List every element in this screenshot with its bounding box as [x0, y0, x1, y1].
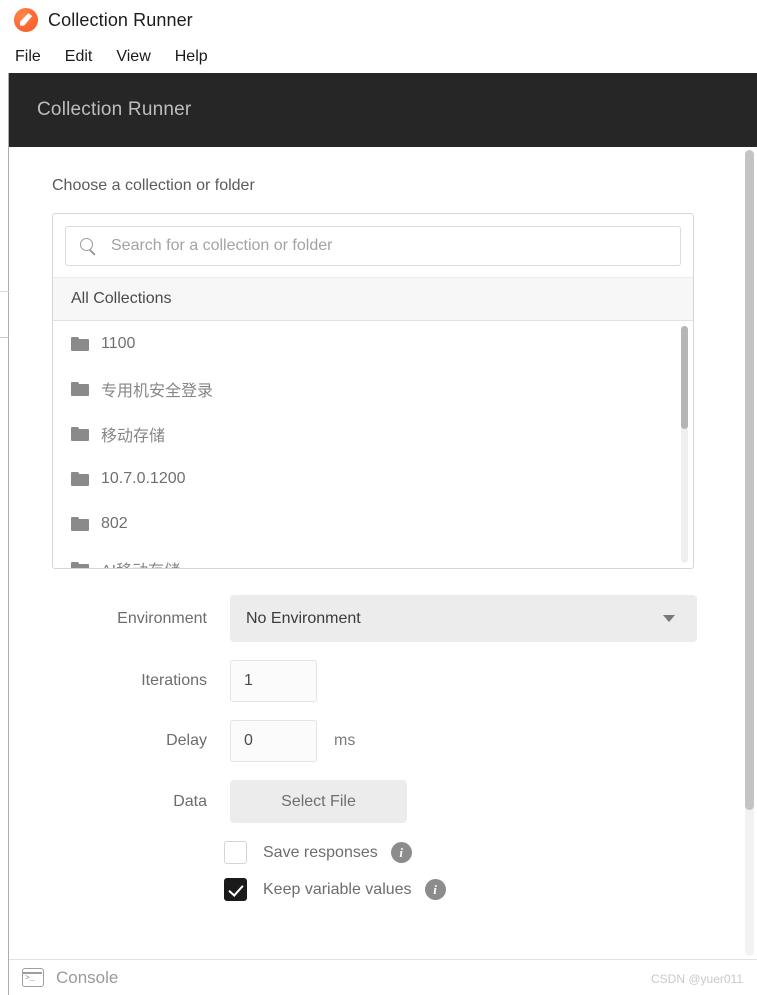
iterations-input[interactable] [230, 660, 317, 702]
list-item[interactable]: 专用机安全登录 [53, 366, 693, 411]
list-item-label: 专用机安全登录 [101, 382, 214, 400]
list-item-label: 1100 [101, 334, 136, 352]
console-button-label[interactable]: Console [56, 968, 118, 988]
choose-collection-label: Choose a collection or folder [52, 177, 255, 194]
delay-unit-label: ms [334, 732, 356, 749]
postman-logo-icon [14, 8, 38, 32]
search-icon [80, 237, 97, 255]
folder-icon [71, 426, 89, 441]
collection-list-scrollbar[interactable] [681, 326, 688, 563]
collection-runner-window: Collection Runner File Edit View Help Co… [0, 0, 757, 995]
menu-item-file[interactable]: File [14, 46, 42, 68]
runner-header-title: Collection Runner [37, 99, 192, 120]
save-responses-row: Save responses i [52, 841, 702, 864]
background-divider-bottom [0, 337, 9, 338]
all-collections-header[interactable]: All Collections [53, 277, 693, 321]
chevron-down-icon [663, 615, 675, 622]
keep-variable-values-checkbox[interactable] [224, 878, 247, 901]
environment-label: Environment [117, 609, 207, 627]
menu-bar: File Edit View Help [0, 40, 757, 73]
iterations-label: Iterations [141, 672, 207, 689]
list-item-label: 移动存储 [101, 427, 166, 445]
save-responses-label: Save responses [263, 843, 378, 861]
collection-picker: All Collections 1100 专用机安全登录 移动存储 [52, 213, 694, 569]
folder-icon [71, 561, 89, 568]
watermark: CSDN @yuer011 [651, 972, 743, 986]
search-input[interactable] [109, 236, 649, 256]
data-label: Data [173, 792, 207, 810]
list-item[interactable]: 802 [53, 501, 693, 546]
runner-settings-form: Environment No Environment Iterations De… [52, 595, 702, 901]
page-scrollbar-thumb[interactable] [745, 150, 754, 810]
background-divider-top [0, 291, 9, 292]
background-window-strip [0, 72, 9, 995]
info-icon[interactable]: i [390, 842, 412, 863]
list-item-label: AI移动存储 [101, 557, 180, 569]
delay-label: Delay [166, 732, 207, 749]
menu-item-edit[interactable]: Edit [64, 46, 94, 68]
page-scrollbar[interactable] [745, 150, 754, 956]
folder-icon [71, 381, 89, 396]
menu-item-help[interactable]: Help [174, 46, 209, 68]
search-box[interactable] [65, 226, 681, 266]
list-item-label: 10.7.0.1200 [101, 469, 186, 487]
console-icon [22, 968, 44, 987]
list-item[interactable]: 1100 [53, 321, 693, 366]
list-item-label: 802 [101, 514, 128, 532]
runner-content: Choose a collection or folder All Collec… [9, 147, 747, 915]
menu-item-view[interactable]: View [115, 46, 151, 68]
search-wrapper [53, 214, 693, 277]
collection-list-scroll-thumb[interactable] [681, 326, 688, 429]
environment-selected-value: No Environment [246, 609, 361, 627]
folder-icon [71, 336, 89, 351]
list-item[interactable]: 10.7.0.1200 [53, 456, 693, 501]
save-responses-checkbox[interactable] [224, 841, 247, 864]
folder-icon [71, 516, 89, 531]
select-file-button[interactable]: Select File [230, 780, 407, 823]
window-title: Collection Runner [48, 9, 193, 30]
title-bar: Collection Runner [0, 0, 757, 40]
collection-list: 1100 专用机安全登录 移动存储 10.7.0.1200 802 [53, 321, 693, 568]
info-icon[interactable]: i [424, 879, 446, 900]
list-item[interactable]: AI移动存储 [53, 546, 693, 568]
environment-select[interactable]: No Environment [230, 595, 697, 642]
data-row: Data Select File [52, 780, 702, 823]
keep-variable-values-label: Keep variable values [263, 880, 412, 898]
delay-row: Delay ms [52, 720, 702, 762]
runner-body: Choose a collection or folder All Collec… [9, 147, 757, 959]
delay-input[interactable] [230, 720, 317, 762]
runner-header-bar: Collection Runner [9, 73, 757, 147]
folder-icon [71, 471, 89, 486]
keep-variable-values-row: Keep variable values i [52, 878, 702, 901]
iterations-row: Iterations [52, 660, 702, 702]
footer-bar: Console [9, 959, 757, 995]
list-item[interactable]: 移动存储 [53, 411, 693, 456]
environment-row: Environment No Environment [52, 595, 702, 642]
